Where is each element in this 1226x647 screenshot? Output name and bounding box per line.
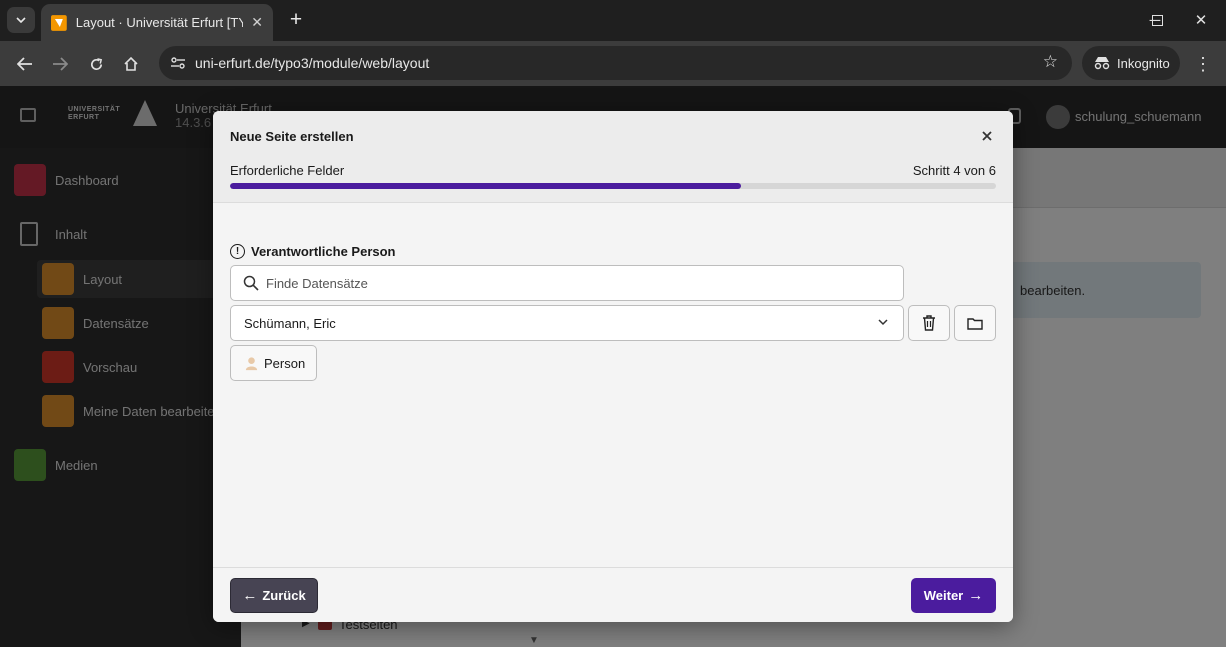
person-select[interactable]: Schümann, Eric — [230, 305, 904, 341]
modal-header: Neue Seite erstellen — [213, 111, 1013, 159]
record-search-input[interactable]: Finde Datensätze — [230, 265, 904, 301]
person-icon — [245, 356, 258, 370]
search-placeholder: Finde Datensätze — [266, 276, 368, 291]
chevron-down-icon — [878, 319, 888, 326]
arrow-left-icon — [17, 57, 32, 71]
trash-icon — [923, 315, 935, 331]
tab-title: Layout · Universität Erfurt [TYPO3 CMS] — [75, 15, 244, 30]
new-page-wizard-modal: Neue Seite erstellen Erforderliche Felde… — [213, 111, 1013, 622]
browser-tabstrip: Layout · Universität Erfurt [TYPO3 CMS] … — [0, 0, 1226, 41]
forward-button[interactable] — [46, 50, 74, 78]
step-label: Erforderliche Felder — [230, 163, 345, 178]
address-bar[interactable]: uni-erfurt.de/typo3/module/web/layout ☆ — [159, 46, 1072, 80]
close-window-button[interactable]: ✕ — [1186, 9, 1216, 31]
field-label-row: ! Verantwortliche Person — [230, 244, 396, 259]
chevron-down-icon — [16, 17, 26, 23]
record-button-label: Person — [264, 355, 306, 371]
back-button[interactable] — [11, 50, 39, 78]
arrow-right-icon: → — [968, 587, 984, 604]
home-button[interactable] — [117, 50, 145, 78]
select-value: Schümann, Eric — [244, 316, 336, 331]
incognito-indicator[interactable]: Inkognito — [1082, 46, 1180, 80]
maximize-icon — [1151, 14, 1163, 26]
back-button-label: Zurück — [262, 588, 306, 603]
arrow-left-icon: ← — [242, 587, 258, 604]
url-text: uni-erfurt.de/typo3/module/web/layout — [195, 55, 430, 71]
wizard-progress-bar — [230, 183, 996, 189]
maximize-window-button[interactable] — [1142, 9, 1172, 31]
modal-title: Neue Seite erstellen — [230, 129, 354, 144]
next-button-label: Weiter — [923, 588, 964, 603]
modal-close-button[interactable] — [976, 125, 998, 147]
tab-close-icon[interactable]: ✕ — [251, 14, 263, 31]
folder-icon — [967, 317, 983, 330]
browser-menu-button[interactable]: ⋮ — [1191, 50, 1215, 78]
typo3-favicon-icon — [51, 14, 67, 31]
incognito-icon — [1094, 57, 1110, 70]
delete-record-button[interactable] — [908, 305, 950, 341]
tab-search-menu-button[interactable] — [7, 7, 35, 33]
back-button[interactable]: ← Zurück — [230, 578, 318, 613]
new-tab-button[interactable]: + — [283, 7, 309, 33]
close-icon — [982, 131, 992, 141]
home-icon — [124, 56, 138, 71]
next-button[interactable]: Weiter → — [911, 578, 996, 613]
browser-toolbar: uni-erfurt.de/typo3/module/web/layout ☆ … — [0, 41, 1226, 86]
site-settings-icon[interactable] — [167, 52, 189, 74]
reload-button[interactable] — [82, 50, 110, 78]
browser-tab-active[interactable]: Layout · Universität Erfurt [TYPO3 CMS] … — [41, 4, 273, 41]
browse-records-button[interactable] — [954, 305, 996, 341]
search-icon — [243, 275, 259, 291]
wizard-progress-fill — [230, 183, 741, 189]
wizard-step-bar: Erforderliche Felder Schritt 4 von 6 — [213, 159, 1013, 203]
info-icon: ! — [230, 244, 245, 259]
add-person-record-button[interactable]: Person — [230, 345, 317, 381]
modal-footer: ← Zurück Weiter → — [213, 567, 1013, 622]
incognito-label: Inkognito — [1117, 55, 1170, 71]
step-count: Schritt 4 von 6 — [912, 163, 996, 178]
arrow-right-icon — [53, 57, 68, 71]
field-label: Verantwortliche Person — [251, 244, 396, 259]
bookmark-star-icon[interactable]: ☆ — [1043, 52, 1058, 72]
reload-icon — [90, 57, 102, 70]
